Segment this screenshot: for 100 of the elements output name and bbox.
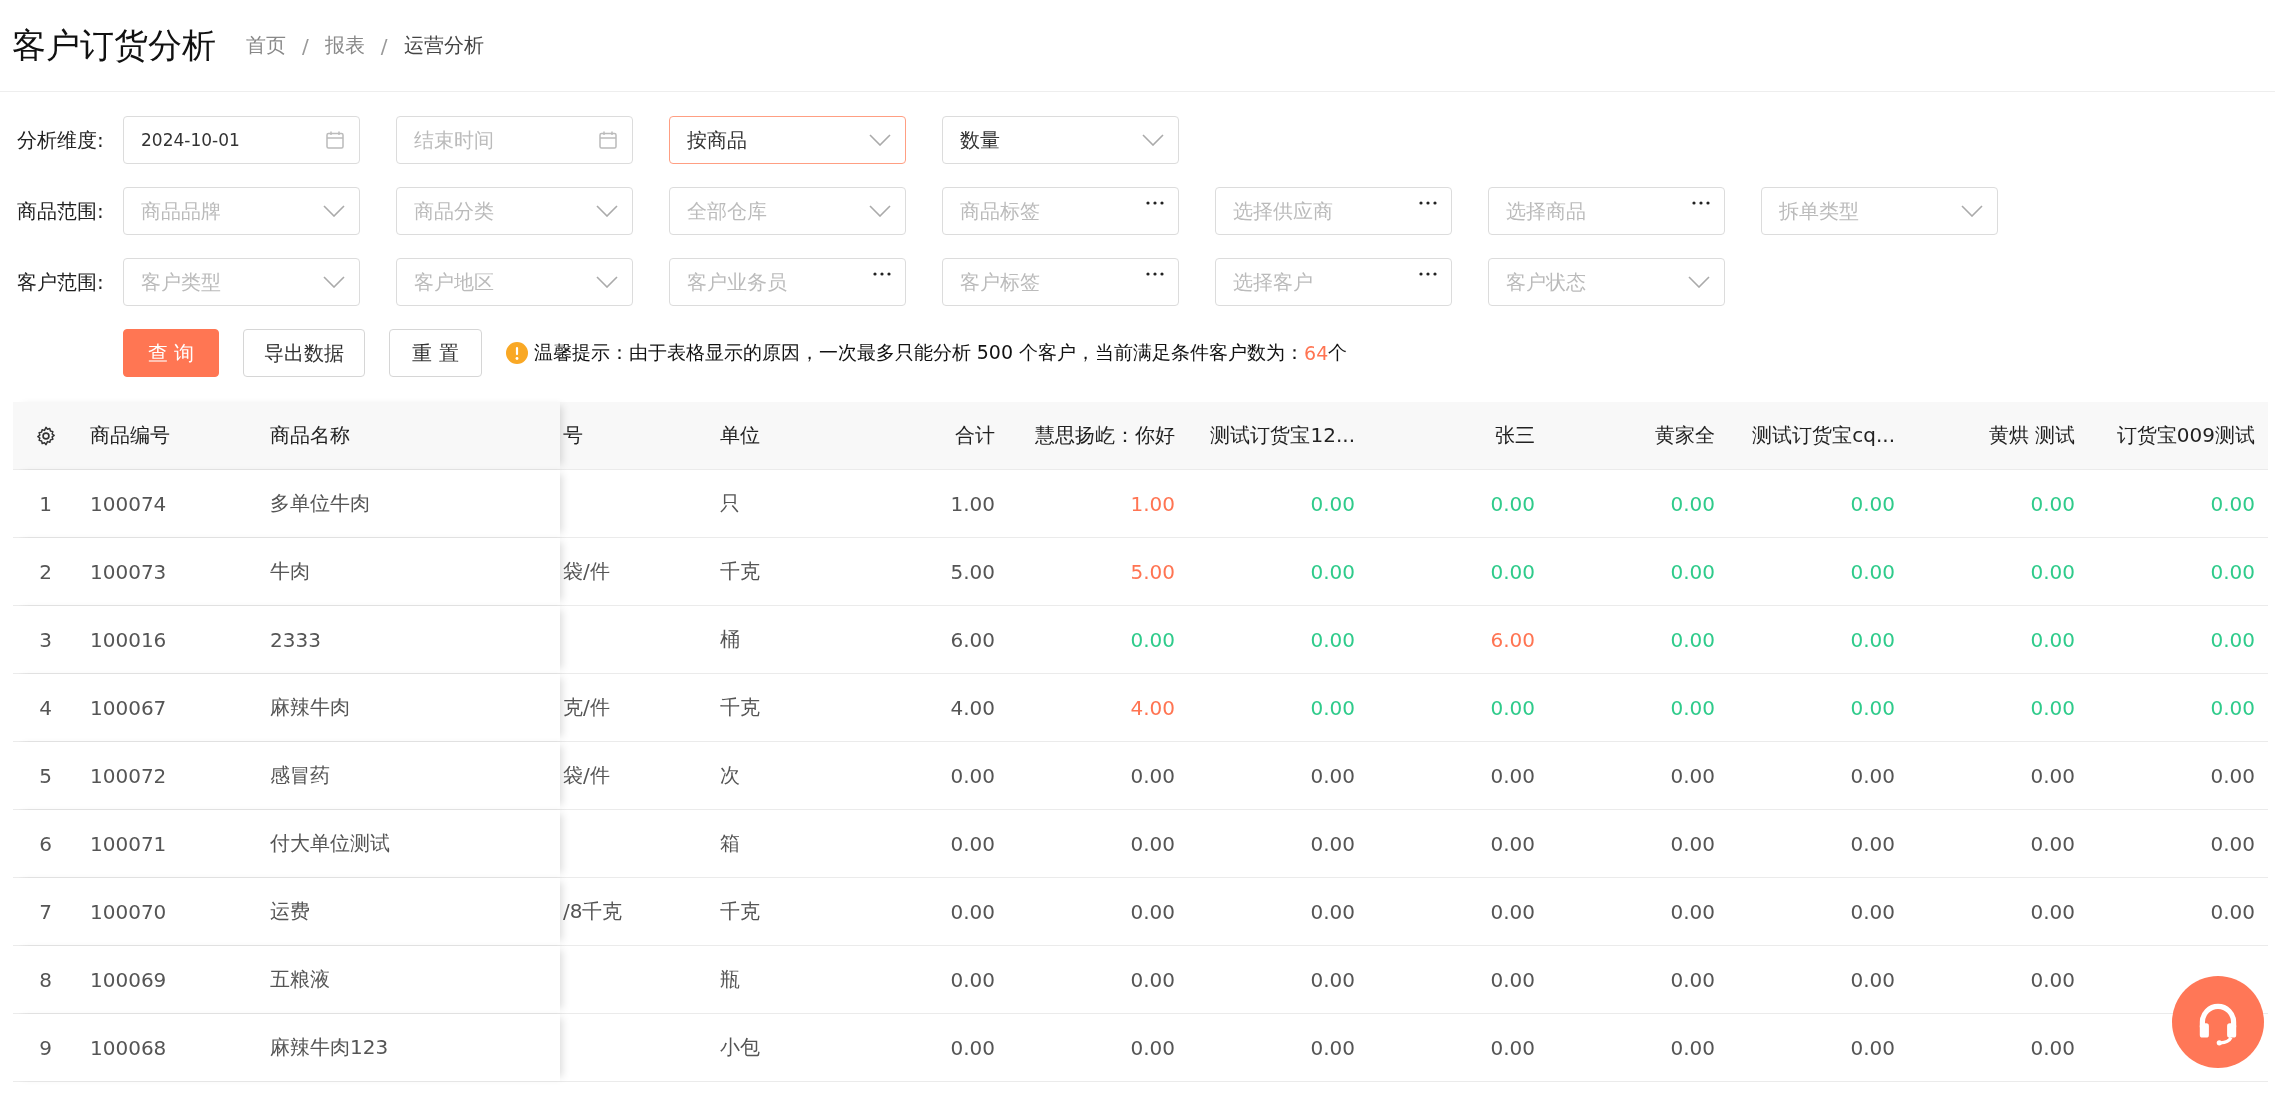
table-cell: 0.00	[1310, 763, 1355, 788]
table-cell: 0.00	[1670, 491, 1715, 516]
action-button[interactable]: 重 置	[389, 329, 482, 377]
table-cell: 0.00	[1310, 967, 1355, 992]
table-cell: 100068	[90, 1035, 167, 1060]
table-cell: 0.00	[1490, 763, 1535, 788]
table-cell: 5.00	[950, 559, 995, 584]
table-cell: 0.00	[1850, 831, 1895, 856]
table-cell: 4.00	[950, 695, 995, 720]
date-field[interactable]: 结束时间	[396, 116, 633, 164]
table-cell: 0.00	[2030, 559, 2075, 584]
column-header: 测试订货宝cq...	[1752, 422, 1895, 449]
table-cell: 6.00	[950, 627, 995, 652]
picker-field[interactable]: 商品标签	[942, 187, 1179, 235]
table-cell: 0.00	[1130, 627, 1175, 652]
table-cell: 0.00	[2210, 627, 2255, 652]
table-cell: 0.00	[1850, 763, 1895, 788]
select-field[interactable]: 客户状态	[1488, 258, 1725, 306]
more-icon	[1146, 201, 1164, 205]
more-icon	[1692, 201, 1710, 205]
table-cell: 0.00	[1850, 491, 1895, 516]
table-cell: 100072	[90, 763, 167, 788]
picker-field[interactable]: 选择商品	[1488, 187, 1725, 235]
table-cell: /8千克	[563, 898, 623, 925]
row-number: 5	[39, 763, 52, 788]
table-cell: 0.00	[1130, 967, 1175, 992]
select-field[interactable]: 按商品	[669, 116, 906, 164]
column-header: 单位	[720, 422, 760, 449]
more-icon	[1146, 272, 1164, 276]
table-cell: 0.00	[1670, 695, 1715, 720]
table-cell: 次	[720, 762, 740, 789]
table-cell: 0.00	[1850, 899, 1895, 924]
chevron-down-icon	[1142, 134, 1164, 146]
column-header: 黄家全	[1655, 422, 1715, 449]
more-icon	[1419, 201, 1437, 205]
chevron-down-icon	[1688, 276, 1710, 288]
table-cell: 0.00	[1490, 899, 1535, 924]
table-cell: 袋/件	[563, 558, 610, 585]
table-cell: 只	[720, 490, 740, 517]
query-button[interactable]: 查 询	[123, 329, 220, 377]
table-cell: 0.00	[1490, 695, 1535, 720]
select-field[interactable]: 客户地区	[396, 258, 633, 306]
picker-field[interactable]: 选择供应商	[1215, 187, 1452, 235]
column-header: 测试订货宝12...	[1210, 422, 1355, 449]
column-header: 慧思扬屹：你好	[1035, 422, 1175, 449]
calendar-icon	[598, 130, 618, 150]
table-cell: 0.00	[1670, 627, 1715, 652]
warning-icon	[505, 342, 528, 364]
filter-label: 分析维度:	[16, 126, 104, 154]
select-field[interactable]: 全部仓库	[669, 187, 906, 235]
select-field[interactable]: 客户类型	[123, 258, 360, 306]
more-icon	[873, 272, 891, 276]
table-cell: 千克	[720, 898, 760, 925]
picker-field[interactable]: 客户标签	[942, 258, 1179, 306]
table-cell: 0.00	[1850, 695, 1895, 720]
select-field[interactable]: 商品品牌	[123, 187, 360, 235]
row-number: 9	[39, 1035, 52, 1060]
customer-count: 64	[1304, 342, 1329, 364]
select-field[interactable]: 数量	[942, 116, 1179, 164]
table-cell: 0.00	[2030, 695, 2075, 720]
table-cell: 0.00	[1490, 967, 1535, 992]
table-cell: 瓶	[720, 966, 740, 993]
table-cell: 感冒药	[270, 762, 330, 789]
table-cell: 0.00	[1490, 1035, 1535, 1060]
breadcrumb-link[interactable]: 运营分析	[403, 32, 484, 59]
chevron-down-icon	[1961, 205, 1983, 217]
row-number: 2	[39, 559, 52, 584]
table-cell: 付大单位测试	[270, 830, 390, 857]
table-cell: 小包	[720, 1034, 760, 1061]
table-cell: 0.00	[1310, 627, 1355, 652]
settings-icon[interactable]	[34, 424, 57, 447]
date-field[interactable]: 2024-10-01	[123, 116, 360, 164]
table-cell: 0.00	[1850, 1035, 1895, 1060]
table-cell: 0.00	[2210, 491, 2255, 516]
table-cell: 0.00	[1490, 559, 1535, 584]
table-cell: 多单位牛肉	[270, 490, 370, 517]
table-cell: 0.00	[2210, 695, 2255, 720]
table-cell: 牛肉	[270, 558, 310, 585]
page-title: 客户订货分析	[12, 23, 216, 67]
breadcrumb-link[interactable]: 报表	[324, 32, 365, 59]
row-number: 1	[39, 491, 52, 516]
table-cell: 100069	[90, 967, 167, 992]
table-cell: 0.00	[1130, 899, 1175, 924]
breadcrumb-link[interactable]: 首页	[246, 32, 286, 59]
table-cell: 0.00	[2030, 491, 2075, 516]
column-header: 张三	[1495, 422, 1535, 449]
notice-text: 温馨提示：由于表格显示的原因，一次最多只能分析 500 个客户，当前满足条件客户数为：	[533, 340, 1305, 365]
action-button[interactable]: 导出数据	[243, 329, 366, 377]
table-cell: 0.00	[1670, 899, 1715, 924]
filter-label: 客户范围:	[16, 268, 104, 296]
table-cell: 1.00	[1130, 491, 1175, 516]
table-cell: 0.00	[2030, 831, 2075, 856]
picker-field[interactable]: 客户业务员	[669, 258, 906, 306]
select-field[interactable]: 商品分类	[396, 187, 633, 235]
chevron-down-icon	[596, 205, 618, 217]
table-cell: 100074	[90, 491, 167, 516]
picker-field[interactable]: 选择客户	[1215, 258, 1452, 306]
select-field[interactable]: 拆单类型	[1761, 187, 1998, 235]
table-cell: 0.00	[1670, 559, 1715, 584]
calendar-icon	[325, 130, 345, 150]
